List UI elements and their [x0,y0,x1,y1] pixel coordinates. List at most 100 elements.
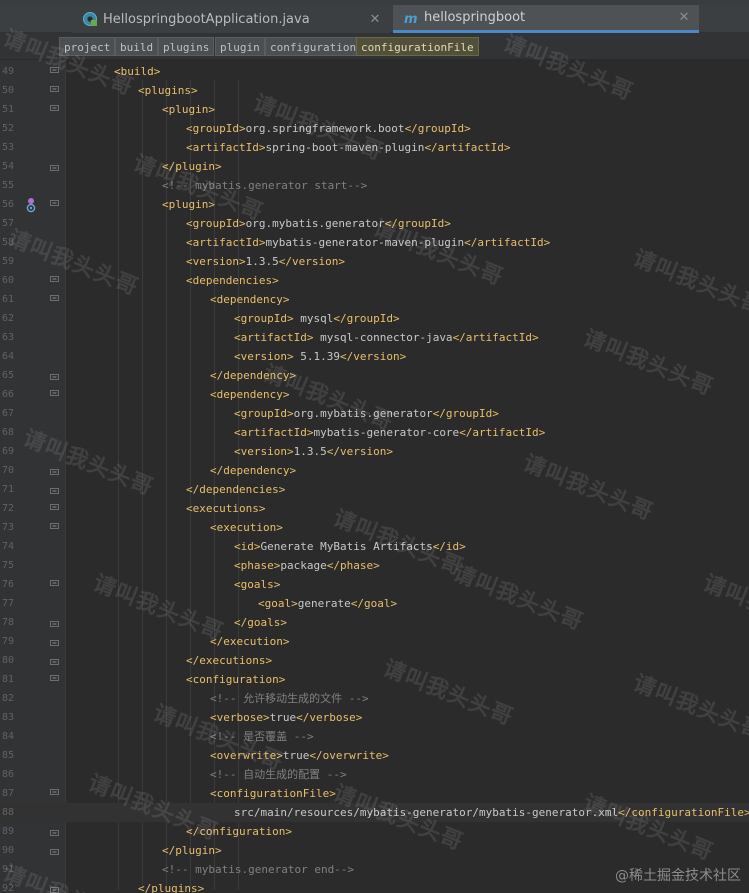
code-line[interactable]: 88 src/main/resources/mybatis-generator/m… [0,803,749,822]
fold-marker-icon[interactable] [50,86,59,95]
breadcrumb-item-configuration[interactable]: configuration [265,37,362,56]
breadcrumb-item-plugin[interactable]: plugin [215,37,265,56]
code-line[interactable]: 55 <!-- mybatis.generator start--> [0,176,749,195]
breadcrumb-item-project[interactable]: project [59,37,116,56]
code-editor[interactable]: 49 <build> 50 <plugins> 51 <plugin> 52 <groupId… [0,60,749,893]
fold-marker-icon[interactable] [50,846,59,855]
code-line[interactable]: 49 <build> [0,62,749,81]
breadcrumb-item-build[interactable]: build [115,37,159,56]
xml-tag: <overwrite> [210,749,283,762]
fold-marker-icon[interactable] [50,276,59,285]
code-text: <verbose>true</verbose> [210,708,362,727]
fold-marker-icon[interactable] [50,466,59,475]
fold-marker-icon[interactable] [50,675,59,684]
code-line[interactable]: 78 </goals> [0,613,749,632]
code-line[interactable]: 87 <configurationFile> [0,784,749,803]
code-line[interactable]: 53 <artifactId>spring-boot-maven-plugin</… [0,138,749,157]
xml-tag: <configurationFile> [210,787,336,800]
code-line[interactable]: 51 <plugin> [0,100,749,119]
code-line[interactable]: 56 <plugin> [0,195,749,214]
tab-hellospringboot-application[interactable]: HellospringbootApplication.java ✕ [72,5,390,33]
fold-marker-icon[interactable] [50,162,59,171]
code-line[interactable]: 65 </dependency> [0,366,749,385]
code-line[interactable]: 62 <groupId> mysql</groupId> [0,309,749,328]
line-number: 56 [2,199,15,210]
fold-marker-icon[interactable] [50,827,59,836]
xml-tag: </groupId> [333,312,400,325]
code-line[interactable]: 73 <execution> [0,518,749,537]
code-line[interactable]: 79 </execution> [0,632,749,651]
line-number: 76 [2,579,15,590]
code-text: </plugin> [162,157,222,176]
fold-marker-icon[interactable] [50,656,59,665]
fold-marker-icon[interactable] [50,618,59,627]
code-text: <executions> [186,499,265,518]
xml-tag: </executions> [186,654,273,667]
code-line[interactable]: 72 <executions> [0,499,749,518]
fold-marker-icon[interactable] [50,67,59,76]
code-line[interactable]: 54 </plugin> [0,157,749,176]
code-line[interactable]: 81 <configuration> [0,670,749,689]
xml-tag: </phase> [326,559,380,572]
close-icon[interactable]: ✕ [677,10,691,25]
fold-marker-icon[interactable] [50,580,59,589]
code-line[interactable]: 83 <verbose>true</verbose> [0,708,749,727]
code-line[interactable]: 75 <phase>package</phase> [0,556,749,575]
code-text: <dependencies> [186,271,279,290]
code-line[interactable]: 77 <goal>generate</goal> [0,594,749,613]
code-line[interactable]: 74 <id>Generate MyBatis Artifacts</id> [0,537,749,556]
fold-marker-icon[interactable] [50,371,59,380]
fold-marker-icon[interactable] [50,523,59,532]
close-icon[interactable]: ✕ [368,12,382,27]
code-line[interactable]: 89 </configuration> [0,822,749,841]
code-line[interactable]: 85 <overwrite>true</overwrite> [0,746,749,765]
fold-marker-icon[interactable] [50,637,59,646]
line-number: 55 [2,180,15,191]
tab-hellospringboot[interactable]: m hellospringboot ✕ [393,5,699,33]
xml-tag: <version> [186,255,246,268]
fold-marker-icon[interactable] [50,789,59,798]
code-line[interactable]: 59 <version>1.3.5</version> [0,252,749,271]
code-line[interactable]: 80 </executions> [0,651,749,670]
code-line[interactable]: 58 <artifactId>mybatis-generator-maven-pl… [0,233,749,252]
fold-marker-icon[interactable] [50,884,59,893]
xml-tag: </dependency> [210,464,297,477]
code-text: </executions> [186,651,272,670]
code-line[interactable]: 68 <artifactId>mybatis-generator-core</ar… [0,423,749,442]
fold-marker-icon[interactable] [50,485,59,494]
fold-marker-icon[interactable] [50,200,59,209]
fold-marker-icon[interactable] [50,105,59,114]
xml-tag: <build> [114,65,161,78]
fold-marker-icon[interactable] [50,390,59,399]
code-line[interactable]: 84 <!-- 是否覆盖 --> [0,727,749,746]
tab-label: hellospringboot [424,10,526,25]
xml-tag: <artifactId> [234,426,314,439]
code-line[interactable]: 71 </dependencies> [0,480,749,499]
code-line[interactable]: 90 </plugin> [0,841,749,860]
code-text: <configurationFile> [210,784,336,803]
fold-marker-icon[interactable] [50,504,59,513]
line-number: 70 [2,465,15,476]
code-line[interactable]: 64 <version> 5.1.39</version> [0,347,749,366]
code-line[interactable]: 76 <goals> [0,575,749,594]
code-line[interactable]: 67 <groupId>org.mybatis.generator</groupI… [0,404,749,423]
breadcrumb-item-configurationfile[interactable]: configurationFile [356,37,479,56]
code-line[interactable]: 86 <!-- 自动生成的配置 --> [0,765,749,784]
code-line[interactable]: 82 <!-- 允许移动生成的文件 --> [0,689,749,708]
code-text: <groupId>org.mybatis.generator</groupId> [186,214,451,233]
run-gutter-icon[interactable] [25,197,37,213]
code-line[interactable]: 66 <dependency> [0,385,749,404]
code-line[interactable]: 61 <dependency> [0,290,749,309]
code-line[interactable]: 63 <artifactId> mysql-connector-java</art… [0,328,749,347]
code-line[interactable]: 70 </dependency> [0,461,749,480]
code-line[interactable]: 60 <dependencies> [0,271,749,290]
line-number: 65 [2,370,15,381]
code-text: <artifactId>mybatis-generator-maven-plug… [186,233,550,252]
fold-marker-icon[interactable] [50,295,59,304]
code-line[interactable]: 57 <groupId>org.mybatis.generator</groupI… [0,214,749,233]
breadcrumb-item-plugins[interactable]: plugins [158,37,215,56]
xml-tag: </artifactId> [459,426,546,439]
code-line[interactable]: 50 <plugins> [0,81,749,100]
code-line[interactable]: 52 <groupId>org.springframework.boot</gro… [0,119,749,138]
code-line[interactable]: 69 <version>1.3.5</version> [0,442,749,461]
